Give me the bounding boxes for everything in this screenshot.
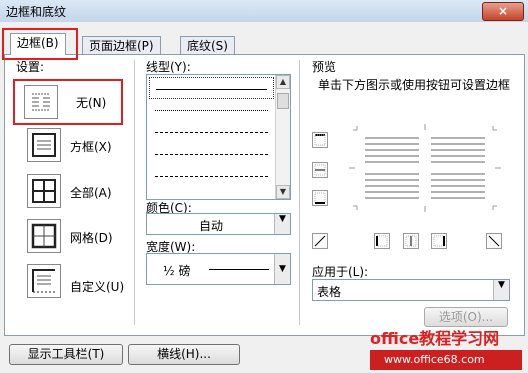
preview-table-icon xyxy=(349,124,501,212)
watermark-url: www.office68.com xyxy=(384,353,485,366)
chevron-down-icon[interactable]: ▼ xyxy=(274,214,290,234)
preview-hint: 单击下方图示或使用按钮可设置边框 xyxy=(318,78,511,92)
line-style-dash-dot[interactable] xyxy=(149,165,274,187)
inside-vertical-icon xyxy=(405,235,417,247)
chevron-down-icon[interactable]: ▼ xyxy=(274,254,290,284)
setting-custom-button[interactable] xyxy=(27,264,61,298)
color-value: 自动 xyxy=(199,219,224,233)
width-value: ½ 磅 xyxy=(163,264,191,278)
diagonal-up-button[interactable] xyxy=(312,233,328,249)
apply-to-label: 应用于(L): xyxy=(312,265,369,279)
inside-horizontal-button[interactable] xyxy=(312,162,328,178)
diagonal-down-button[interactable] xyxy=(486,233,502,249)
divider-left xyxy=(134,60,135,325)
scroll-up-icon[interactable]: ▲ xyxy=(276,75,290,89)
setting-grid-button[interactable] xyxy=(27,219,61,253)
tab-shading[interactable]: 底纹(S) xyxy=(180,36,235,55)
divider-right xyxy=(299,60,300,325)
title-bar: 边框和底纹 × xyxy=(0,0,528,22)
width-sample-line xyxy=(209,269,269,270)
setting-grid-label: 网格(D) xyxy=(70,231,113,245)
right-border-button[interactable] xyxy=(431,233,447,249)
line-style-dotted[interactable] xyxy=(149,99,274,121)
border-custom-icon xyxy=(32,269,55,293)
left-border-button[interactable] xyxy=(374,233,390,249)
scroll-down-icon[interactable]: ▼ xyxy=(276,185,290,199)
preview-area[interactable] xyxy=(345,118,505,218)
tab-page-border[interactable]: 页面边框(P) xyxy=(82,36,161,55)
border-all-icon xyxy=(32,179,56,203)
options-button[interactable]: 选项(O)... xyxy=(424,307,508,327)
right-border-icon xyxy=(433,235,445,247)
line-style-solid[interactable] xyxy=(149,77,274,99)
watermark-brand: office教程学习网 xyxy=(370,329,500,348)
line-style-label: 线型(Y): xyxy=(146,60,191,74)
setting-box-label: 方框(X) xyxy=(70,140,112,154)
top-border-button[interactable] xyxy=(312,132,328,148)
line-style-dash[interactable] xyxy=(149,143,274,165)
apply-to-combo[interactable]: 表格 ▼ xyxy=(312,279,510,301)
line-style-scrollbar[interactable]: ▲ ▼ xyxy=(275,75,290,199)
watermark-banner: www.office68.com xyxy=(370,350,522,370)
bottom-border-icon xyxy=(314,192,326,204)
inside-vertical-button[interactable] xyxy=(403,233,419,249)
top-border-icon xyxy=(314,134,326,146)
close-button[interactable]: × xyxy=(482,2,524,21)
diagonal-down-icon xyxy=(488,235,500,247)
setting-custom-label: 自定义(U) xyxy=(70,280,125,294)
line-style-list[interactable]: ▲ ▼ xyxy=(146,74,291,200)
border-grid-icon xyxy=(31,223,57,249)
inside-horizontal-icon xyxy=(314,164,326,176)
bottom-border-button[interactable] xyxy=(312,190,328,206)
line-style-small-dash[interactable] xyxy=(149,121,274,143)
highlight-tab xyxy=(2,28,78,60)
horizontal-line-button[interactable]: 横线(H)... xyxy=(128,344,240,365)
diagonal-up-icon xyxy=(314,235,326,247)
window-title: 边框和底纹 xyxy=(6,5,67,19)
show-toolbar-button[interactable]: 显示工具栏(T) xyxy=(9,344,123,365)
color-combo[interactable]: 自动 ▼ xyxy=(146,213,291,235)
setting-all-button[interactable] xyxy=(27,174,61,208)
border-box-icon xyxy=(32,133,56,157)
chevron-down-icon[interactable]: ▼ xyxy=(493,280,509,300)
preview-heading: 预览 xyxy=(312,60,337,74)
apply-to-value: 表格 xyxy=(317,285,342,299)
width-combo[interactable]: ½ 磅 ▼ xyxy=(146,253,291,285)
setting-all-label: 全部(A) xyxy=(70,186,112,200)
left-border-icon xyxy=(376,235,388,247)
highlight-setting-none xyxy=(13,79,123,125)
settings-heading: 设置: xyxy=(16,60,45,74)
setting-box-button[interactable] xyxy=(27,128,61,162)
scroll-thumb[interactable] xyxy=(277,93,289,109)
